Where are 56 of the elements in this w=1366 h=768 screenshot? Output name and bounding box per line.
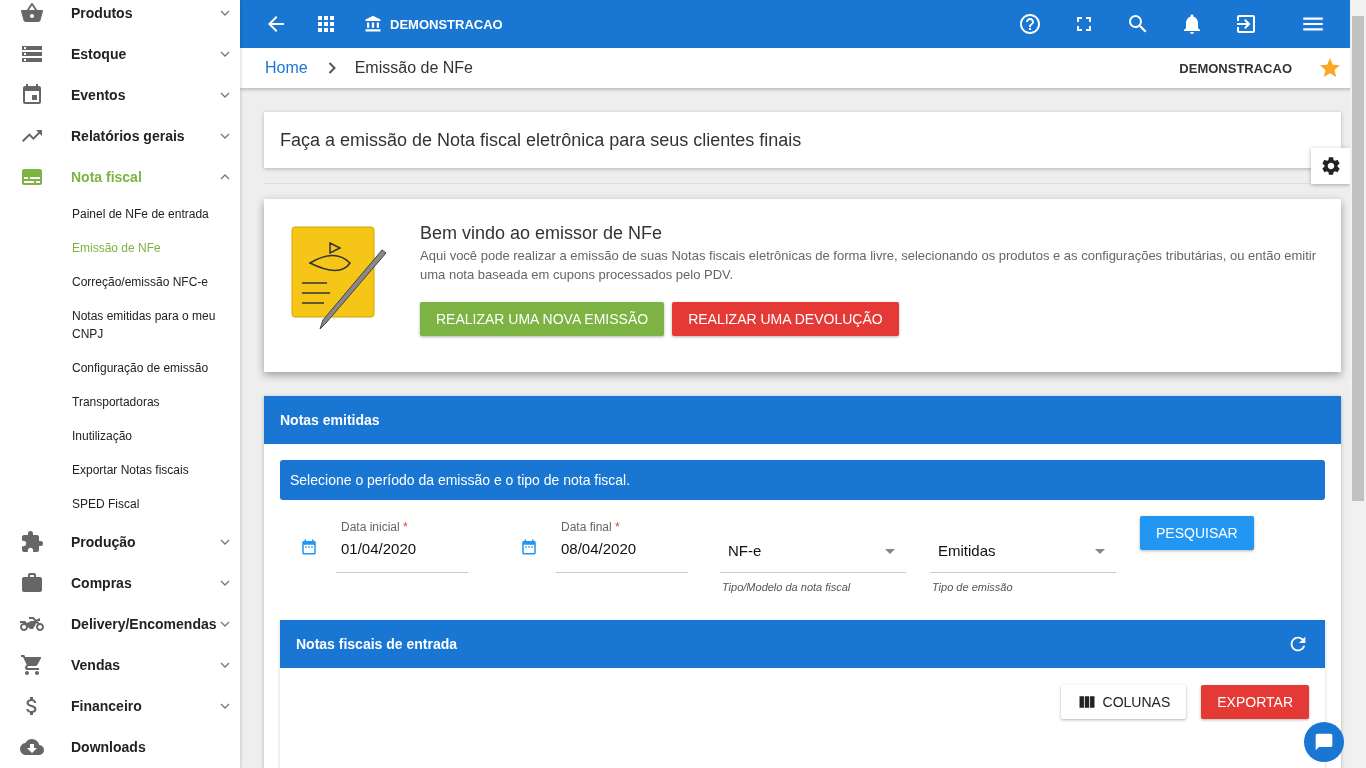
submenu-item[interactable]: Transportadoras bbox=[0, 385, 240, 419]
panel-header: Notas emitidas bbox=[264, 396, 1341, 444]
settings-button[interactable] bbox=[1311, 148, 1350, 184]
submenu-item[interactable]: Painel de NFe de entrada bbox=[0, 197, 240, 231]
columns-button[interactable]: COLUNAS bbox=[1060, 685, 1187, 719]
submenu-item[interactable]: Configuração de emissão bbox=[0, 351, 240, 385]
gear-icon bbox=[1319, 155, 1342, 177]
chevron-icon bbox=[327, 62, 336, 74]
sidebar-item[interactable]: Compras bbox=[0, 562, 240, 603]
puzzle-icon bbox=[20, 529, 44, 554]
sidebar-item[interactable]: Relatórios gerais bbox=[0, 115, 240, 156]
bank-icon bbox=[364, 15, 382, 33]
sidebar-item[interactable]: Produtos bbox=[0, 0, 240, 33]
info-bar: Selecione o período da emissão e o tipo de nota fiscal. bbox=[280, 460, 1325, 500]
intro-text: Faça a emissão de Nota fiscal eletrônica para seus clientes finais bbox=[280, 129, 802, 151]
help-button[interactable] bbox=[1018, 12, 1042, 36]
logout-button[interactable] bbox=[1234, 12, 1258, 36]
sidebar-item[interactable]: Estoque bbox=[0, 33, 240, 74]
submenu-item[interactable]: Notas emitidas para o meu CNPJ bbox=[0, 299, 240, 351]
sidebar-item[interactable]: Vendas bbox=[0, 644, 240, 685]
submenu-item[interactable]: Exportar Notas fiscais bbox=[0, 453, 240, 487]
calendar-icon bbox=[300, 538, 318, 556]
welcome-text: Aqui você pode realizar a emissão de suas Notas fiscais eletrônicas de forma livre, selecionando os produtos e as configurações tributárias, ou então emitir uma nota baseada em cupons processados pelo PDV. bbox=[420, 247, 1317, 284]
date-field[interactable]: Data inicial * 01/04/2020 bbox=[336, 516, 468, 573]
sidebar-item[interactable]: Downloads bbox=[0, 726, 240, 767]
star-icon[interactable] bbox=[1318, 56, 1342, 80]
select-field[interactable]: NF-e bbox=[720, 516, 906, 573]
cart-icon bbox=[20, 652, 44, 677]
field-hint: Tipo/Modelo da nota fiscal bbox=[722, 581, 852, 593]
chat-bubble-icon bbox=[1314, 732, 1334, 752]
select-field[interactable]: Emitidas bbox=[930, 516, 1116, 573]
sidebar-item[interactable]: Financeiro bbox=[0, 685, 240, 726]
caret-icon bbox=[1095, 549, 1105, 554]
caret-icon bbox=[885, 549, 895, 554]
submenu-item[interactable]: Correção/emissão NFC-e bbox=[0, 265, 240, 299]
panel-title: Notas fiscais de entrada bbox=[296, 636, 458, 652]
sidebar-item[interactable]: Delivery/Encomendas bbox=[0, 603, 240, 644]
basket-icon bbox=[20, 0, 44, 25]
submenu-item[interactable]: Inutilização bbox=[0, 419, 240, 453]
action-button[interactable]: REALIZAR UMA DEVOLUÇÃO bbox=[672, 302, 899, 336]
welcome-title: Bem vindo ao emissor de NFe bbox=[420, 223, 664, 244]
company-name: DEMONSTRACAO bbox=[1179, 60, 1292, 76]
date-field[interactable]: Data final * 08/04/2020 bbox=[556, 516, 688, 573]
calendar-icon bbox=[520, 538, 538, 556]
briefcase-icon bbox=[20, 570, 44, 595]
breadcrumb-link[interactable]: Home bbox=[265, 59, 308, 77]
exit-icon bbox=[1234, 12, 1258, 36]
submenu-item[interactable]: SPED Fiscal bbox=[0, 487, 240, 521]
calendar-icon bbox=[20, 82, 44, 107]
field-hint: Tipo de emissão bbox=[932, 581, 1014, 593]
company-name: DEMONSTRACAO bbox=[390, 16, 503, 32]
help-icon bbox=[1018, 12, 1042, 36]
export-button[interactable]: EXPORTAR bbox=[1201, 685, 1309, 719]
sidebar-item[interactable]: Eventos bbox=[0, 74, 240, 115]
sidebar-item[interactable]: Produção bbox=[0, 521, 240, 562]
breadcrumb-current: Emissão de NFe bbox=[354, 59, 473, 77]
